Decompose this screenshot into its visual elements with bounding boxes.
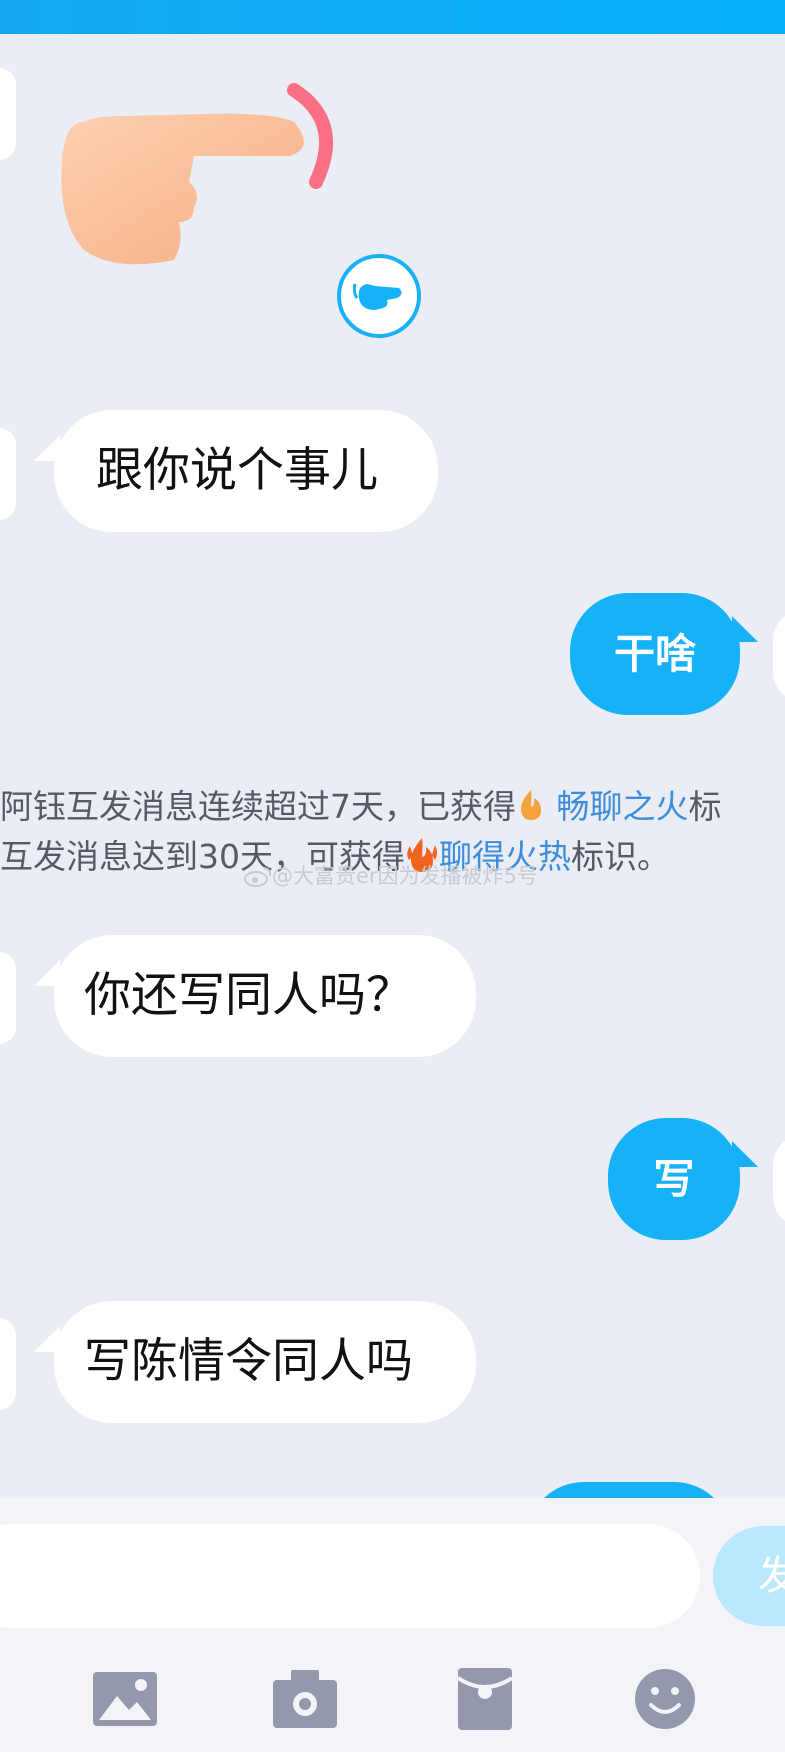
image-button[interactable] [90, 1664, 160, 1734]
pointing-hand-badge-icon[interactable] [337, 254, 421, 338]
top-bar [0, 0, 785, 34]
flame-icon [516, 788, 546, 830]
pointing-hand-icon [61, 83, 334, 265]
message-bubble-sent[interactable]: 写 [608, 1118, 740, 1240]
message-bubble-sent[interactable]: 干啥 [570, 593, 740, 715]
sender-avatar[interactable] [0, 952, 16, 1044]
red-packet-icon [456, 1668, 514, 1730]
input-toolbar [0, 1634, 785, 1752]
sticker-message[interactable] [54, 82, 344, 272]
emoji-button[interactable] [630, 1664, 700, 1734]
message-text: 干啥 [614, 630, 696, 678]
message-text: 写陈情令同人吗 [84, 1334, 413, 1389]
notice-line1-prefix: 阿钰互发消息连续超过7天，已获得 [0, 787, 516, 826]
message-input[interactable] [0, 1524, 700, 1628]
message-text: 你还写同人吗？ [84, 968, 413, 1023]
notice-line2-suffix: 标识。 [571, 837, 670, 876]
image-icon [93, 1672, 157, 1726]
notice-line1-suffix: 标 [688, 787, 722, 826]
camera-icon [273, 1670, 337, 1728]
compose-bar: 发 [0, 1498, 785, 1634]
message-text: 跟你说个事儿 [96, 443, 378, 498]
chat-screen: 跟你说个事儿 干啥 阿钰互发消息连续超过7天，已获得 畅聊之火标 互发消息达到3… [0, 0, 785, 1752]
message-bubble-received[interactable]: 跟你说个事儿 [54, 410, 438, 532]
send-button[interactable]: 发 [713, 1526, 785, 1626]
emoji-icon [635, 1669, 695, 1729]
badge-link-chat-fire[interactable]: 畅聊之火 [557, 787, 689, 826]
red-packet-button[interactable] [450, 1664, 520, 1734]
camera-button[interactable] [270, 1664, 340, 1734]
message-bubble-received[interactable]: 写陈情令同人吗 [54, 1301, 476, 1423]
streak-notice: 阿钰互发消息连续超过7天，已获得 畅聊之火标 [0, 780, 785, 830]
message-text: 写 [653, 1155, 695, 1203]
watermark-text: @大富贵er因为发播被炸5号 [272, 864, 538, 888]
sender-avatar[interactable] [0, 1318, 16, 1410]
message-bubble-received[interactable]: 你还写同人吗？ [54, 935, 476, 1057]
weibo-logo-icon [244, 866, 272, 888]
my-avatar[interactable] [773, 1135, 785, 1227]
watermark: @大富贵er因为发播被炸5号 [244, 860, 538, 890]
sender-avatar[interactable] [0, 428, 16, 520]
my-avatar[interactable] [773, 610, 785, 702]
mini-hand-icon [353, 283, 402, 310]
sender-avatar[interactable] [0, 68, 16, 160]
